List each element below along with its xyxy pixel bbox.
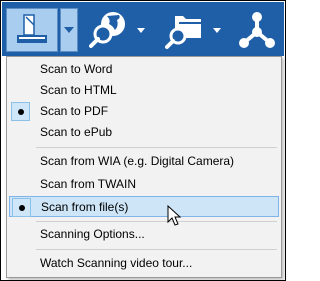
menu-item-scan-from-wia[interactable]: Scan from WIA (e.g. Digital Camera): [9, 151, 279, 172]
web-search-dropdown-button[interactable]: [134, 8, 148, 52]
check-slot: [11, 225, 30, 244]
menu-item-label: Scan to ePub: [40, 125, 113, 139]
menu-item-scan-to-word[interactable]: Scan to Word: [9, 59, 279, 80]
menu-item-scan-to-epub[interactable]: Scan to ePub: [9, 122, 279, 143]
folder-search-button[interactable]: [162, 8, 208, 52]
mouse-pointer-icon: [167, 205, 182, 226]
check-slot: [11, 81, 30, 100]
check-slot: [11, 60, 30, 79]
scan-button[interactable]: [6, 8, 58, 52]
share-network-icon: [239, 12, 275, 48]
radio-check-icon: [11, 102, 30, 121]
check-slot: [11, 123, 30, 142]
menu-separator: [36, 249, 277, 250]
scan-dropdown-menu: Scan to Word Scan to HTML Scan to PDF Sc…: [6, 56, 282, 278]
menu-item-watch-video-tour[interactable]: Watch Scanning video tour...: [9, 253, 279, 274]
menu-item-label: Scanning Options...: [40, 227, 145, 241]
chevron-down-icon: [64, 27, 74, 33]
menu-separator: [36, 147, 277, 148]
menu-item-scan-to-pdf[interactable]: Scan to PDF: [9, 101, 279, 122]
menu-item-scanning-options[interactable]: Scanning Options...: [9, 224, 279, 245]
menu-separator: [36, 221, 277, 222]
menu-item-label: Scan to HTML: [40, 83, 117, 97]
check-slot: [11, 152, 30, 171]
web-search-button[interactable]: [86, 8, 132, 52]
menu-item-label: Scan to Word: [40, 62, 113, 76]
check-slot: [11, 254, 30, 273]
radio-check-icon: [12, 198, 31, 217]
folder-search-dropdown-button[interactable]: [210, 8, 224, 52]
window-frame: Scan to Word Scan to HTML Scan to PDF Sc…: [0, 0, 286, 281]
folder-search-icon: [165, 16, 201, 49]
share-button[interactable]: [234, 8, 280, 52]
menu-item-label: Scan from TWAIN: [40, 177, 137, 191]
menu-item-scan-to-html[interactable]: Scan to HTML: [9, 80, 279, 101]
check-slot: [11, 175, 30, 194]
chevron-down-icon: [137, 27, 145, 33]
toolbar: [2, 2, 284, 56]
menu-item-label: Scan to PDF: [40, 104, 109, 118]
menu-item-scan-from-twain[interactable]: Scan from TWAIN: [9, 174, 279, 195]
menu-item-scan-from-files[interactable]: Scan from file(s): [9, 196, 279, 217]
scanner-icon: [17, 14, 47, 43]
menu-item-label: Scan from file(s): [41, 200, 129, 214]
chevron-down-icon: [213, 27, 221, 33]
menu-item-label: Watch Scanning video tour...: [40, 256, 193, 270]
globe-search-icon: [89, 12, 125, 48]
menu-item-label: Scan from WIA (e.g. Digital Camera): [40, 154, 235, 168]
scan-dropdown-button[interactable]: [60, 8, 78, 52]
